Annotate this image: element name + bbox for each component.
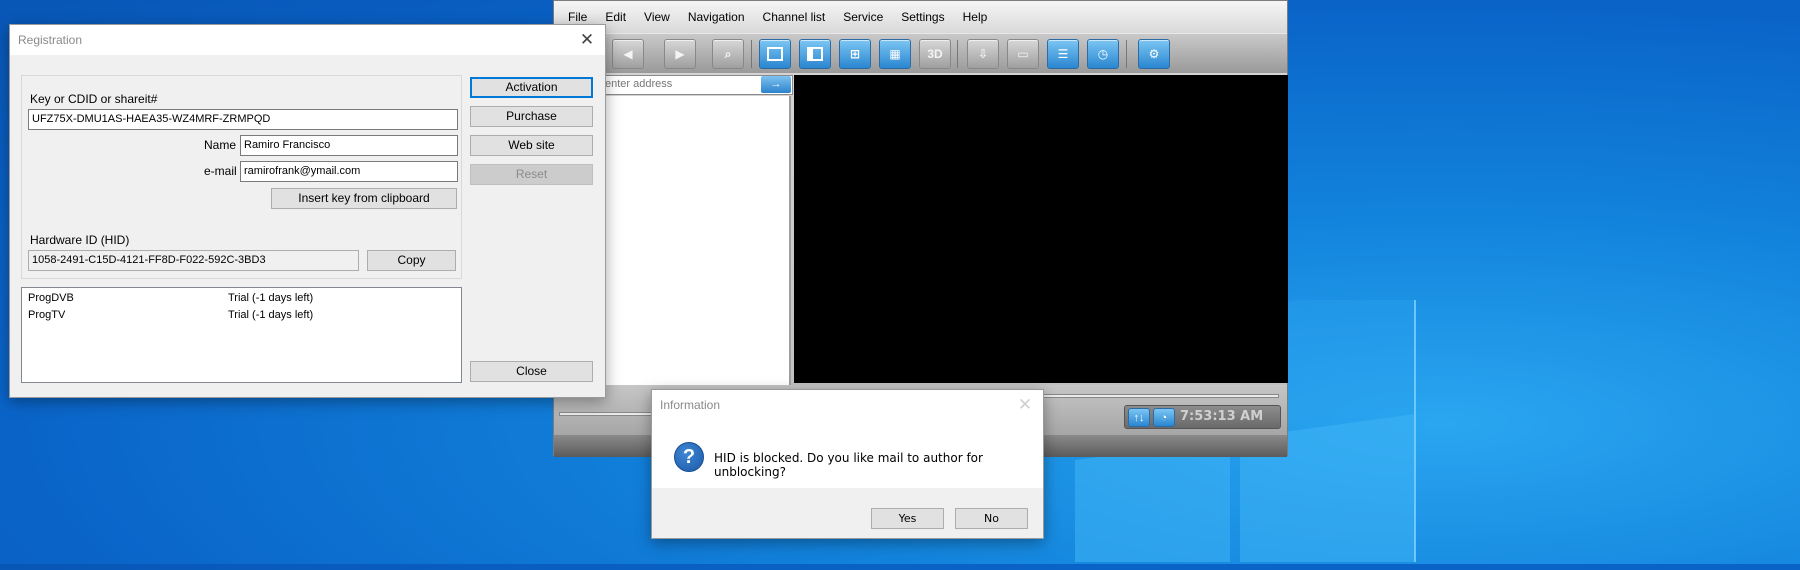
list-item[interactable]: ProgTV Trial (-1 days left) — [28, 309, 313, 321]
menu-settings[interactable]: Settings — [901, 10, 944, 24]
key-input[interactable]: UFZ75X-DMU1AS-HAEA35-WZ4MRF-ZRMPQD — [28, 109, 458, 130]
settings-gear-icon[interactable]: ⚙ — [1138, 39, 1170, 69]
menu-bar: File Edit View Navigation Channel list S… — [554, 1, 1287, 33]
record-icon[interactable]: ⇩ — [967, 39, 999, 69]
toolbar: ◀ ▶ ⌕ ⊞ ▦ 3D ⇩ ▭ ☰ ◷ ⚙ — [554, 33, 1287, 73]
menu-help[interactable]: Help — [963, 10, 988, 24]
question-icon: ? — [674, 442, 704, 472]
key-label: Key or CDID or shareit# — [30, 92, 158, 106]
signal-icon[interactable]: ↑↓ — [1128, 408, 1150, 427]
yes-button[interactable]: Yes — [871, 508, 944, 529]
copy-button[interactable]: Copy — [367, 250, 456, 271]
website-button[interactable]: Web site — [470, 135, 593, 156]
3d-icon[interactable]: 3D — [919, 39, 951, 69]
email-label: e-mail — [204, 164, 237, 178]
menu-view[interactable]: View — [644, 10, 670, 24]
list-icon[interactable]: ☰ — [1047, 39, 1079, 69]
back-icon[interactable]: ◀ — [612, 39, 644, 69]
message-text: HID is blocked. Do you like mail to auth… — [714, 451, 983, 479]
insert-key-button[interactable]: Insert key from clipboard — [271, 188, 457, 209]
quad-view-icon[interactable]: ⊞ — [839, 39, 871, 69]
purchase-button[interactable]: Purchase — [470, 106, 593, 127]
forward-icon[interactable]: ▶ — [664, 39, 696, 69]
toolbar-separator — [751, 40, 752, 68]
toolbar-separator — [957, 40, 958, 68]
name-input[interactable]: Ramiro Francisco — [240, 135, 458, 156]
menu-channel-list[interactable]: Channel list — [763, 10, 826, 24]
progdvb-window: File Edit View Navigation Channel list S… — [553, 0, 1288, 457]
product-name: ProgDVB — [28, 292, 74, 304]
clock-panel: ↑↓ ◔ 7:53:13 AM — [1124, 405, 1281, 429]
schedule-icon[interactable]: ◷ — [1087, 39, 1119, 69]
toolbar-separator — [1126, 40, 1127, 68]
hid-label: Hardware ID (HID) — [30, 233, 130, 247]
close-icon[interactable]: ✕ — [575, 28, 599, 52]
activation-button[interactable]: Activation — [470, 77, 593, 98]
grid-view-icon[interactable]: ▦ — [879, 39, 911, 69]
dual-view-icon[interactable] — [799, 39, 831, 69]
teletext-icon[interactable]: ▭ — [1007, 39, 1039, 69]
clock-text: 7:53:13 AM — [1180, 409, 1264, 424]
list-item[interactable]: ProgDVB Trial (-1 days left) — [28, 292, 313, 304]
close-button[interactable]: Close — [470, 361, 593, 382]
registration-dialog: Registration ✕ Key or CDID or shareit# U… — [9, 24, 606, 398]
hid-field[interactable]: 1058-2491-C15D-4121-FF8D-F022-592C-3BD3 — [28, 250, 359, 271]
license-list[interactable]: ProgDVB Trial (-1 days left) ProgTV Trial … — [21, 287, 462, 383]
refresh-icon[interactable]: ◔ — [1153, 408, 1175, 427]
dialog-title: Information — [652, 390, 1043, 420]
menu-edit[interactable]: Edit — [605, 10, 626, 24]
name-label: Name — [204, 138, 237, 152]
menu-navigation[interactable]: Navigation — [688, 10, 745, 24]
reset-button: Reset — [470, 164, 593, 185]
no-button[interactable]: No — [955, 508, 1028, 529]
license-status: Trial (-1 days left) — [228, 292, 314, 304]
license-status: Trial (-1 days left) — [228, 309, 314, 321]
search-icon[interactable]: ⌕ — [712, 39, 744, 69]
information-dialog: Information ✕ ? HID is blocked. Do you l… — [651, 389, 1044, 539]
email-input[interactable]: ramirofrank@ymail.com — [240, 161, 458, 182]
dialog-title: Registration — [10, 25, 605, 55]
menu-service[interactable]: Service — [843, 10, 883, 24]
close-icon[interactable]: ✕ — [1013, 393, 1037, 417]
menu-file[interactable]: File — [568, 10, 587, 24]
go-arrow-icon[interactable]: → — [761, 76, 791, 93]
video-display[interactable] — [794, 75, 1288, 383]
product-name: ProgTV — [28, 309, 66, 321]
single-view-icon[interactable] — [759, 39, 791, 69]
